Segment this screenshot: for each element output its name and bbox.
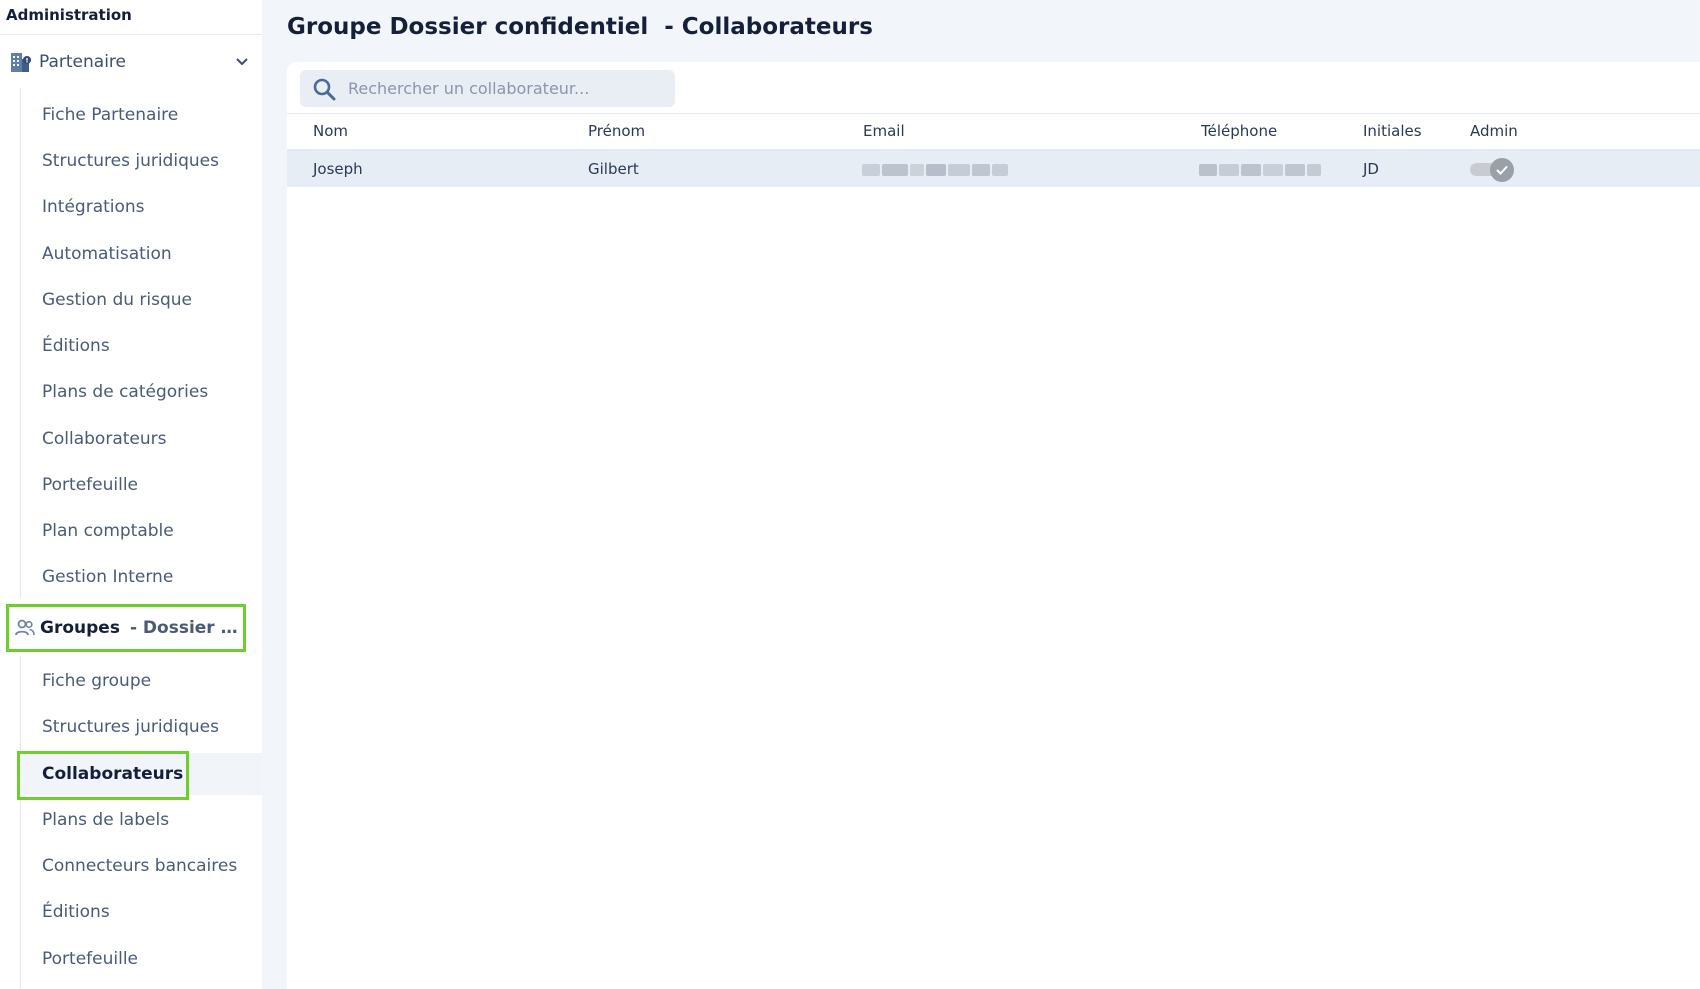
sidebar-item-label: Structures juridiques <box>42 717 219 737</box>
sidebar-item-collaborateurs[interactable]: Collaborateurs <box>20 418 262 460</box>
sidebar-item-label: Automatisation <box>42 244 172 264</box>
sidebar-item-fiche-partenaire[interactable]: Fiche Partenaire <box>20 94 262 136</box>
table-row[interactable]: Joseph Gilbert JD <box>287 151 1700 187</box>
sidebar-item-label: Gestion Interne <box>42 567 174 587</box>
sidebar-item-label: Connecteurs bancaires <box>42 856 238 876</box>
sidebar-item-gestion-du-risque[interactable]: Gestion du risque <box>20 279 262 321</box>
sidebar: Administration Partenaire Fiche Partenai… <box>0 0 262 989</box>
users-icon <box>14 617 36 639</box>
sidebar-item-fiche-groupe[interactable]: Fiche groupe <box>20 660 262 702</box>
sidebar-item-plans-de-labels[interactable]: Plans de labels <box>20 799 262 841</box>
sidebar-item-label: Structures juridiques <box>42 151 219 171</box>
admin-toggle[interactable] <box>1470 158 1516 182</box>
divider <box>0 34 262 35</box>
sidebar-item-portefeuille[interactable]: Portefeuille <box>20 464 262 506</box>
cell-prenom: Gilbert <box>588 160 639 178</box>
column-header-telephone[interactable]: Téléphone <box>1201 122 1277 140</box>
check-icon <box>1490 158 1514 182</box>
column-header-email[interactable]: Email <box>863 122 905 140</box>
sidebar-item-label: Éditions <box>42 336 110 356</box>
sidebar-item-structures-juridiques[interactable]: Structures juridiques <box>20 140 262 182</box>
cell-email-redacted <box>862 164 1008 176</box>
cell-telephone-redacted <box>1199 164 1321 176</box>
sidebar-item-groupe-portefeuille[interactable]: Portefeuille <box>20 938 262 980</box>
sidebar-item-label: Collaborateurs <box>42 429 167 449</box>
sidebar-title: Administration <box>6 6 132 24</box>
cell-nom: Joseph <box>313 160 363 178</box>
sidebar-item-label: Plan comptable <box>42 521 174 541</box>
sidebar-item-groupe-structures-juridiques[interactable]: Structures juridiques <box>20 706 262 748</box>
sidebar-item-label: Portefeuille <box>42 475 139 495</box>
sidebar-item-groupe-editions[interactable]: Éditions <box>20 891 262 933</box>
collaborators-panel: Nom Prénom Email Téléphone Initiales Adm… <box>287 62 1700 989</box>
sidebar-item-label: Fiche groupe <box>42 671 152 691</box>
partenaire-section-header[interactable]: Partenaire <box>0 40 262 84</box>
sidebar-item-connecteurs-bancaires[interactable]: Connecteurs bancaires <box>20 845 262 887</box>
page-title: Groupe Dossier confidentiel - Collaborat… <box>287 14 873 40</box>
column-header-prenom[interactable]: Prénom <box>588 122 645 140</box>
sidebar-item-groupe-collaborateurs[interactable]: Collaborateurs <box>20 753 262 795</box>
sidebar-item-plan-comptable[interactable]: Plan comptable <box>20 510 262 552</box>
groupes-section-header[interactable]: Groupes - Dossier confidentiel <box>6 604 246 652</box>
chevron-down-icon[interactable] <box>232 52 252 72</box>
sidebar-item-integrations[interactable]: Intégrations <box>20 186 262 228</box>
sidebar-item-label: Plans de catégories <box>42 382 209 402</box>
column-header-nom[interactable]: Nom <box>313 122 348 140</box>
sidebar-item-gestion-interne[interactable]: Gestion Interne <box>20 556 262 598</box>
building-icon <box>9 50 33 74</box>
sidebar-item-label: Éditions <box>42 902 110 922</box>
sidebar-item-editions[interactable]: Éditions <box>20 325 262 367</box>
column-header-initiales[interactable]: Initiales <box>1363 122 1422 140</box>
cell-initiales: JD <box>1363 160 1379 178</box>
search-input[interactable] <box>348 79 658 98</box>
sidebar-item-label: Plans de labels <box>42 810 170 830</box>
groupes-label: Groupes <box>40 618 120 638</box>
search-box[interactable] <box>300 70 675 107</box>
sidebar-item-plans-de-categories[interactable]: Plans de catégories <box>20 371 262 413</box>
search-icon <box>312 77 336 101</box>
sidebar-item-automatisation[interactable]: Automatisation <box>20 233 262 275</box>
sidebar-item-label: Intégrations <box>42 197 145 217</box>
groupes-sub-label: - Dossier confidentiel <box>129 618 243 638</box>
sidebar-item-label: Portefeuille <box>42 949 139 969</box>
sidebar-item-label: Collaborateurs <box>42 764 184 784</box>
column-header-admin[interactable]: Admin <box>1470 122 1518 140</box>
divider <box>287 113 1700 114</box>
sidebar-item-label: Gestion du risque <box>42 290 193 310</box>
sidebar-item-label: Fiche Partenaire <box>42 105 179 125</box>
partenaire-label: Partenaire <box>39 52 127 72</box>
